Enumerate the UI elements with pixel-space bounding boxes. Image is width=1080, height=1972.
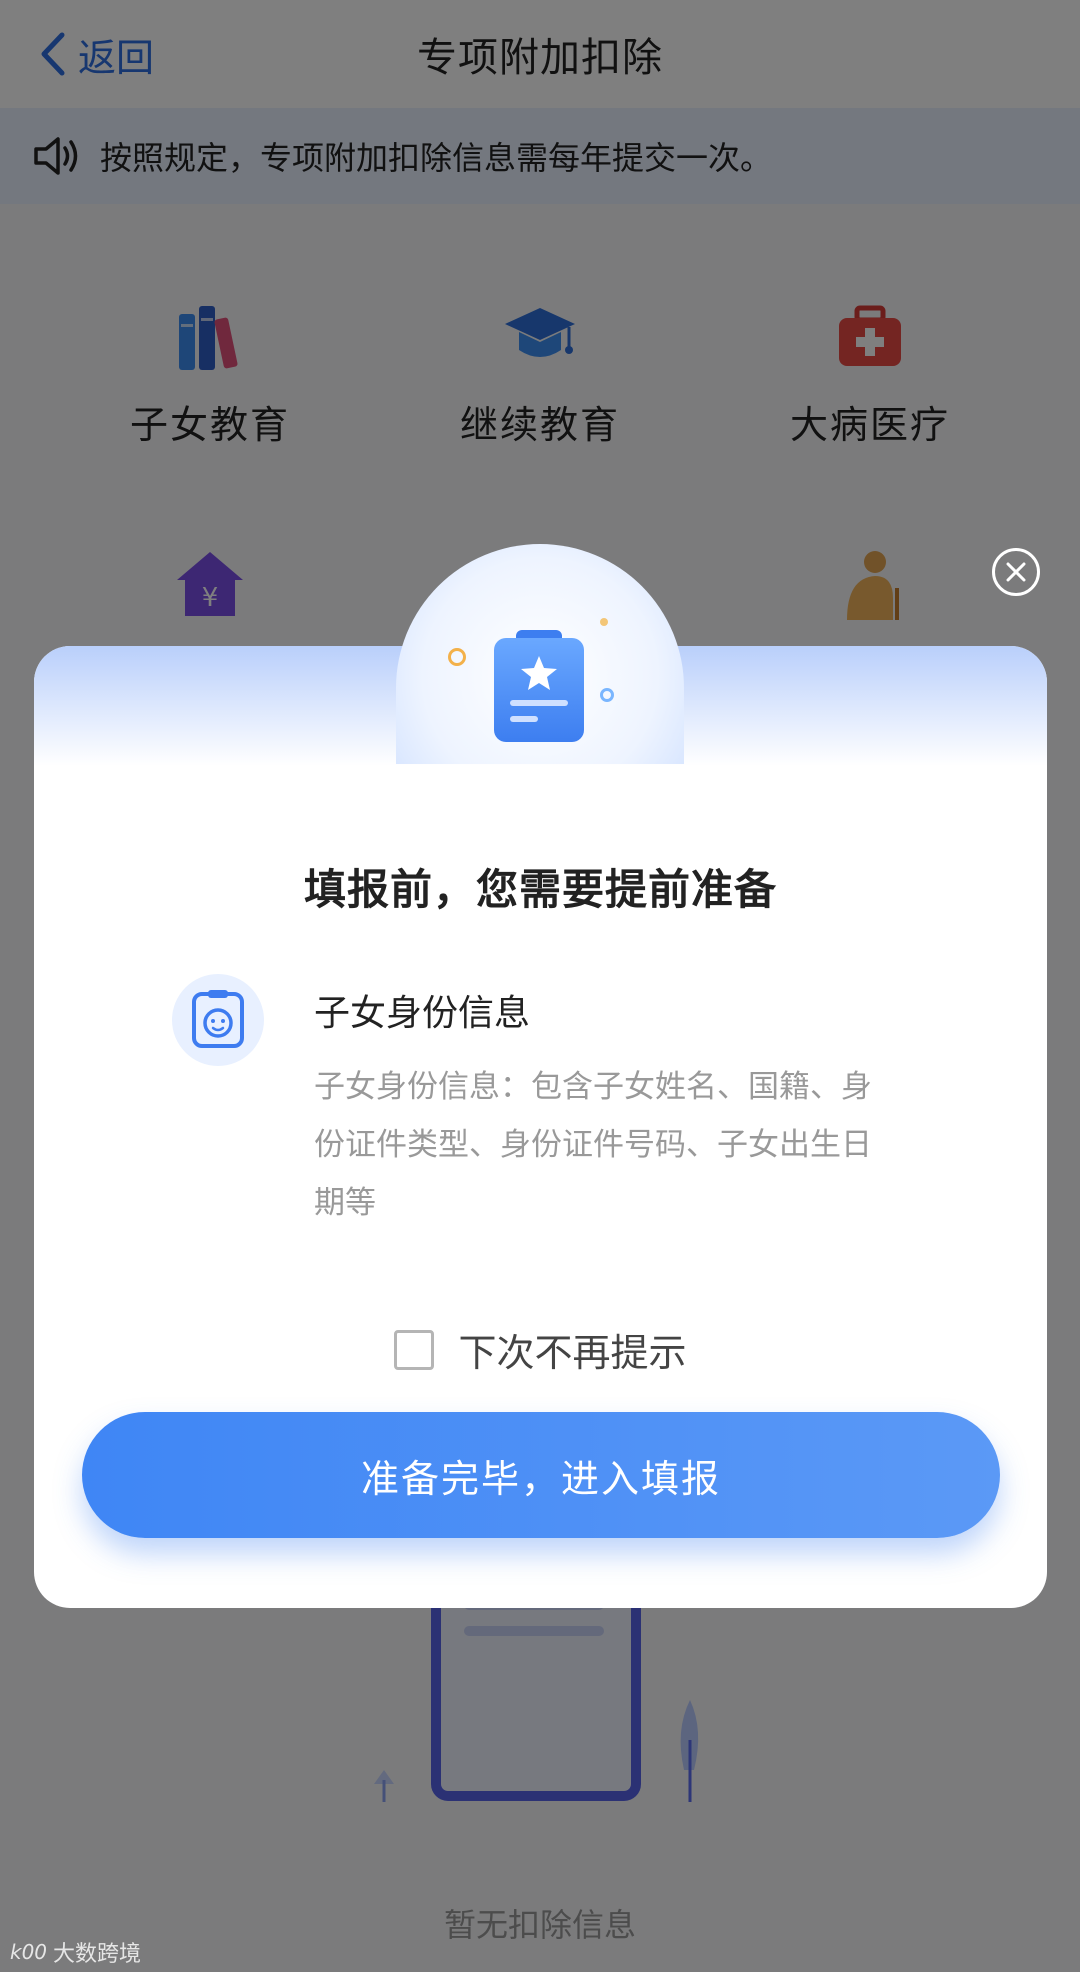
dont-remind-row[interactable]: 下次不再提示: [34, 1322, 1047, 1377]
decor-dot: [448, 648, 466, 666]
dialog-title: 填报前，您需要提前准备: [303, 865, 777, 914]
clipboard-star-icon: [494, 630, 584, 742]
confirm-button[interactable]: 准备完毕，进入填报: [82, 1412, 1000, 1538]
watermark: k00 大数跨境: [10, 1936, 141, 1968]
close-icon: [1006, 562, 1026, 582]
dont-remind-checkbox[interactable]: [394, 1329, 435, 1370]
deduction-page: 返回 专项附加扣除 按照规定，专项附加扣除信息需每年提交一次。 子女教育 继: [0, 0, 1080, 1972]
watermark-text: 大数跨境: [53, 1942, 142, 1967]
dont-remind-label: 下次不再提示: [458, 1331, 687, 1375]
close-button[interactable]: [992, 548, 1040, 596]
child-id-card-icon: [192, 990, 244, 1048]
prepare-item-description: 子女身份信息：包含子女姓名、国籍、身份证件类型、身份证件号码、子女出生日期等: [314, 1069, 872, 1221]
watermark-logo: k00: [10, 1940, 48, 1964]
child-id-icon-wrap: [172, 974, 264, 1066]
confirm-button-label: 准备完毕，进入填报: [360, 1456, 721, 1501]
decor-dot: [600, 618, 608, 626]
prepare-item-title: 子女身份信息: [314, 993, 531, 1034]
decor-dot: [600, 688, 614, 702]
prepare-dialog: 填报前，您需要提前准备 子女身份信息 子女身份信息：包含子女姓名、国籍、身份证件…: [34, 544, 1047, 1608]
